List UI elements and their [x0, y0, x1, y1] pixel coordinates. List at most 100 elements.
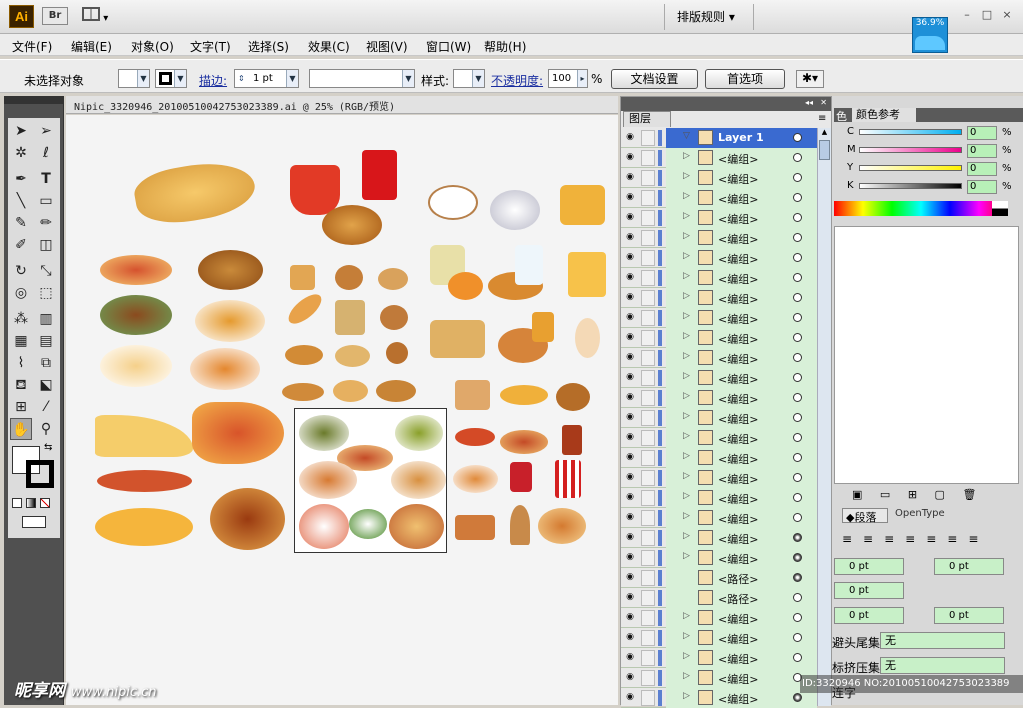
expand-triangle-icon[interactable]: ▷ [683, 431, 690, 441]
opentype-tab[interactable]: OpenType [892, 508, 950, 523]
rotate-tool-icon[interactable]: ↻ [10, 260, 32, 282]
eye-icon[interactable]: ◉ [624, 573, 636, 582]
hanging-select[interactable]: 无 [880, 632, 1005, 649]
line-tool-icon[interactable]: ╲ [10, 190, 32, 212]
expand-triangle-icon[interactable]: ▷ [683, 231, 690, 241]
layer-row[interactable]: ◉ ▷ <编组> [621, 328, 817, 348]
menu-window[interactable]: 窗口(W) [426, 38, 471, 55]
new-swatch-icon[interactable]: ▭ [880, 488, 890, 501]
target-circle-icon[interactable] [793, 413, 802, 422]
expand-triangle-icon[interactable]: ▷ [683, 411, 690, 421]
scroll-thumb[interactable] [819, 140, 830, 160]
live-paint-selection-tool-icon[interactable]: ⬕ [35, 374, 57, 396]
eye-icon[interactable]: ◉ [624, 393, 636, 402]
expand-triangle-icon[interactable]: ▷ [683, 451, 690, 461]
expand-triangle-icon[interactable]: ▷ [683, 631, 690, 641]
lock-toggle[interactable] [641, 430, 655, 446]
expand-triangle-icon[interactable]: ▷ [683, 271, 690, 281]
lock-toggle[interactable] [641, 670, 655, 686]
target-circle-icon[interactable] [793, 253, 802, 262]
type-tool-icon[interactable]: T [35, 168, 57, 190]
warp-tool-icon[interactable]: ◎ [10, 282, 32, 304]
trash-icon[interactable]: 🗑 [962, 488, 976, 501]
opacity-field[interactable]: 100 ▸ [548, 69, 588, 88]
zoom-tool-icon[interactable]: ⚲ [35, 418, 57, 440]
new-layer-icon[interactable]: ⊞ [908, 488, 917, 501]
layer-row[interactable]: ◉ ▷ <编组> [621, 668, 817, 688]
layer-row[interactable]: ◉ ▷ <编组> [621, 408, 817, 428]
layer-row[interactable]: ◉ ▷ <编组> [621, 648, 817, 668]
lock-toggle[interactable] [641, 490, 655, 506]
scroll-up-icon[interactable]: ▲ [819, 128, 830, 138]
layer-row[interactable]: ◉ ▷ <编组> [621, 368, 817, 388]
opacity-link[interactable]: 不透明度: [491, 72, 543, 89]
layer-row[interactable]: ◉ <路径> [621, 568, 817, 588]
paintbrush-tool-icon[interactable]: ✎ [10, 212, 32, 234]
left-indent-field[interactable]: 0 pt [834, 558, 904, 575]
target-circle-icon[interactable] [793, 433, 802, 442]
eye-icon[interactable]: ◉ [624, 413, 636, 422]
stepper-icon[interactable]: ⇕ [238, 70, 245, 87]
target-circle-icon[interactable] [793, 273, 802, 282]
magic-wand-tool-icon[interactable]: ✲ [10, 142, 32, 164]
target-circle-icon[interactable] [793, 333, 802, 342]
layer-row[interactable]: ◉ <路径> [621, 588, 817, 608]
layer-row[interactable]: ◉ ▷ <编组> [621, 628, 817, 648]
eye-icon[interactable]: ◉ [624, 613, 636, 622]
right-indent-field[interactable]: 0 pt [934, 558, 1004, 575]
black-white-swatch[interactable] [992, 201, 1008, 216]
document-setup-button[interactable]: 文档设置 [611, 69, 698, 89]
channel-slider[interactable] [859, 165, 962, 171]
lock-toggle[interactable] [641, 210, 655, 226]
layer-row[interactable]: ◉ ▷ <编组> [621, 428, 817, 448]
first-line-indent-field[interactable]: 0 pt [834, 582, 904, 599]
target-circle-icon[interactable] [793, 133, 802, 142]
menu-object[interactable]: 对象(O) [131, 38, 174, 55]
color-spectrum[interactable] [834, 201, 1008, 216]
target-circle-icon[interactable] [793, 353, 802, 362]
channel-slider[interactable] [859, 183, 962, 189]
channel-value-field[interactable]: 0 [967, 126, 997, 140]
eye-icon[interactable]: ◉ [624, 513, 636, 522]
selection-tool-icon[interactable]: ➤ [10, 120, 32, 142]
expand-triangle-icon[interactable]: ▷ [683, 471, 690, 481]
expand-triangle-icon[interactable]: ▷ [683, 211, 690, 221]
maximize-button[interactable]: □ [978, 8, 996, 22]
symbol-sprayer-tool-icon[interactable]: ⁂ [10, 308, 32, 330]
eye-icon[interactable]: ◉ [624, 233, 636, 242]
eye-icon[interactable]: ◉ [624, 433, 636, 442]
color-mode-icon[interactable] [12, 498, 22, 508]
layer-row[interactable]: ◉ ▷ <编组> [621, 488, 817, 508]
rectangle-tool-icon[interactable]: ▭ [35, 190, 57, 212]
eye-icon[interactable]: ◉ [624, 693, 636, 702]
stroke-swatch[interactable] [26, 460, 54, 488]
eye-icon[interactable]: ◉ [624, 353, 636, 362]
lock-toggle[interactable] [641, 270, 655, 286]
lock-toggle[interactable] [641, 350, 655, 366]
direct-selection-tool-icon[interactable]: ➢ [35, 120, 57, 142]
minimize-button[interactable]: – [958, 8, 976, 22]
target-circle-icon[interactable] [793, 553, 802, 562]
eye-icon[interactable]: ◉ [624, 673, 636, 682]
screen-mode-icon[interactable] [22, 516, 46, 528]
target-circle-icon[interactable] [793, 593, 802, 602]
target-circle-icon[interactable] [793, 153, 802, 162]
menu-edit[interactable]: 编辑(E) [71, 38, 112, 55]
expand-triangle-icon[interactable]: ▷ [683, 311, 690, 321]
lock-toggle[interactable] [641, 550, 655, 566]
eye-icon[interactable]: ◉ [624, 313, 636, 322]
layer-row[interactable]: ◉ ▷ <编组> [621, 548, 817, 568]
blob-brush-tool-icon[interactable]: ✐ [10, 234, 32, 256]
fill-color-dropdown[interactable]: ▼ [118, 69, 150, 88]
target-circle-icon[interactable] [793, 633, 802, 642]
eye-icon[interactable]: ◉ [624, 293, 636, 302]
eye-icon[interactable]: ◉ [624, 173, 636, 182]
lock-toggle[interactable] [641, 510, 655, 526]
swap-icon[interactable]: ⇆ [44, 442, 52, 453]
expand-triangle-icon[interactable]: ▷ [683, 491, 690, 501]
stroke-weight-field[interactable]: ⇕ 1 pt ▼ [234, 69, 299, 88]
channel-value-field[interactable]: 0 [967, 144, 997, 158]
target-circle-icon[interactable] [793, 613, 802, 622]
lock-toggle[interactable] [641, 450, 655, 466]
eye-icon[interactable]: ◉ [624, 553, 636, 562]
